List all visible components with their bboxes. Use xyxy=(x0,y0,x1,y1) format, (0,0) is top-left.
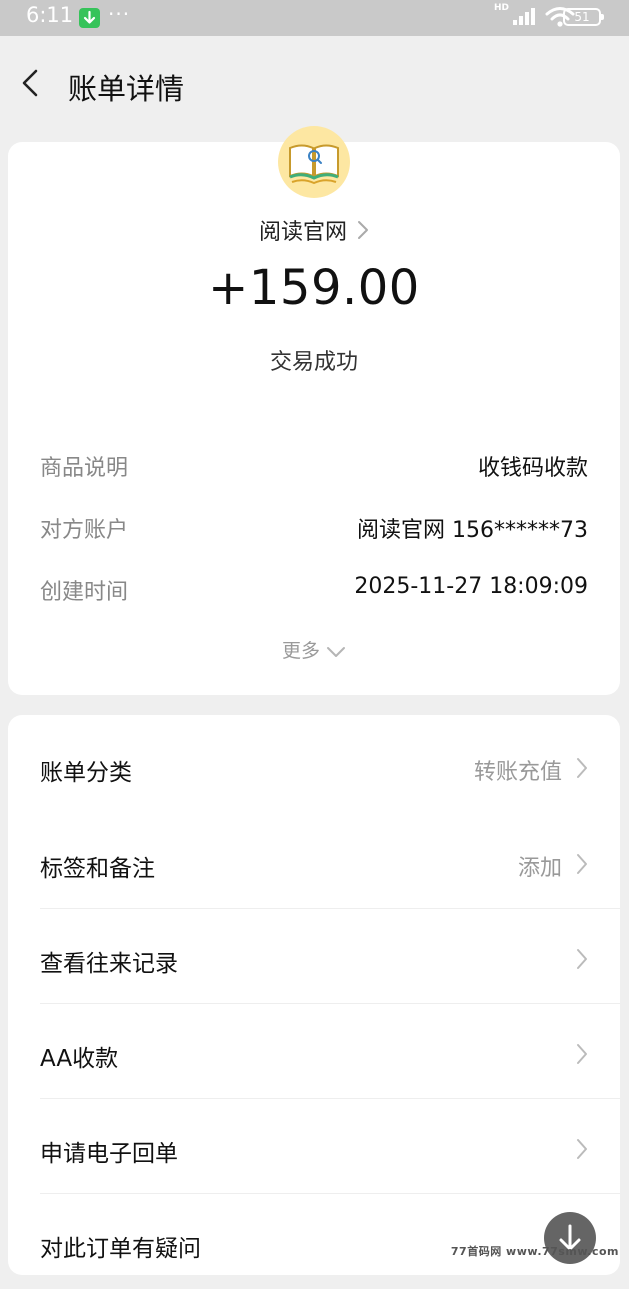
more-label: 更多 xyxy=(281,640,320,662)
menu-item-aa-collect[interactable]: AA收款 xyxy=(8,1005,620,1099)
divider xyxy=(40,1003,620,1004)
chevron-left-icon[interactable] xyxy=(18,68,42,98)
chevron-right-icon xyxy=(576,853,588,879)
menu-item-e-receipt[interactable]: 申请电子回单 xyxy=(8,1100,620,1194)
more-notifications-icon: ··· xyxy=(108,2,131,26)
detail-label: 对方账户 xyxy=(40,518,129,543)
merchant-name-row[interactable]: 阅读官网 xyxy=(8,214,620,246)
menu-item-bill-category[interactable]: 账单分类 转账充值 xyxy=(8,719,620,813)
menu-item-label: 查看往来记录 xyxy=(40,951,178,977)
chevron-right-icon xyxy=(576,1043,588,1069)
menu-item-value: 转账充值 xyxy=(473,760,562,785)
detail-value: 阅读官网 156******73 xyxy=(357,518,588,543)
page-title: 账单详情 xyxy=(68,72,185,106)
detail-label: 商品说明 xyxy=(40,456,129,481)
menu-item-label: 账单分类 xyxy=(40,760,132,786)
more-details-button[interactable]: 更多 xyxy=(8,636,620,663)
detail-label: 创建时间 xyxy=(40,580,129,605)
menu-item-label: 标签和备注 xyxy=(40,856,155,882)
download-notification-icon xyxy=(79,8,100,28)
menu-item-label: 对此订单有疑问 xyxy=(40,1236,201,1262)
menu-item-label: 申请电子回单 xyxy=(40,1141,178,1167)
signal-icon xyxy=(513,7,537,29)
watermark-text: 77首码网 www.77smw.com xyxy=(450,1245,619,1258)
battery-icon: 51 xyxy=(563,8,604,26)
menu-item-history[interactable]: 查看往来记录 xyxy=(8,910,620,1004)
detail-row-created-time: 创建时间 2025-11-27 18:09:09 xyxy=(40,574,588,610)
status-time: 6:11 xyxy=(26,3,74,27)
chevron-right-icon xyxy=(576,1138,588,1164)
transaction-summary-card: 阅读官网 +159.00 交易成功 商品说明 收钱码收款 对方账户 阅读官网 1… xyxy=(8,126,620,695)
chevron-right-icon xyxy=(576,948,588,974)
chevron-right-icon xyxy=(576,757,588,783)
menu-item-tags-notes[interactable]: 标签和备注 添加 xyxy=(8,815,620,909)
merchant-name: 阅读官网 xyxy=(258,220,347,245)
divider xyxy=(40,1098,620,1099)
detail-value: 收钱码收款 xyxy=(477,456,588,481)
chevron-down-icon xyxy=(326,641,346,663)
menu-item-value: 添加 xyxy=(517,856,562,881)
divider xyxy=(40,908,620,909)
actions-card: 账单分类 转账充值 标签和备注 添加 查看往来记录 AA收款 申请电子回单 对此… xyxy=(8,715,620,1275)
status-bar: 6:11 ··· HD 51 xyxy=(0,0,629,36)
detail-row-counterparty: 对方账户 阅读官网 156******73 xyxy=(40,512,588,548)
divider xyxy=(40,1193,620,1194)
app-header: 账单详情 xyxy=(0,36,629,132)
hd-network-indicator: HD xyxy=(493,3,509,13)
transaction-amount: +159.00 xyxy=(208,260,420,316)
transaction-status: 交易成功 xyxy=(269,350,358,375)
menu-item-order-question[interactable]: 对此订单有疑问 xyxy=(8,1195,620,1289)
detail-value: 2025-11-27 18:09:09 xyxy=(354,574,588,599)
menu-item-label: AA收款 xyxy=(40,1046,119,1072)
chevron-right-icon xyxy=(357,220,369,246)
detail-row-product: 商品说明 收钱码收款 xyxy=(40,450,588,486)
book-logo-icon xyxy=(278,126,350,198)
